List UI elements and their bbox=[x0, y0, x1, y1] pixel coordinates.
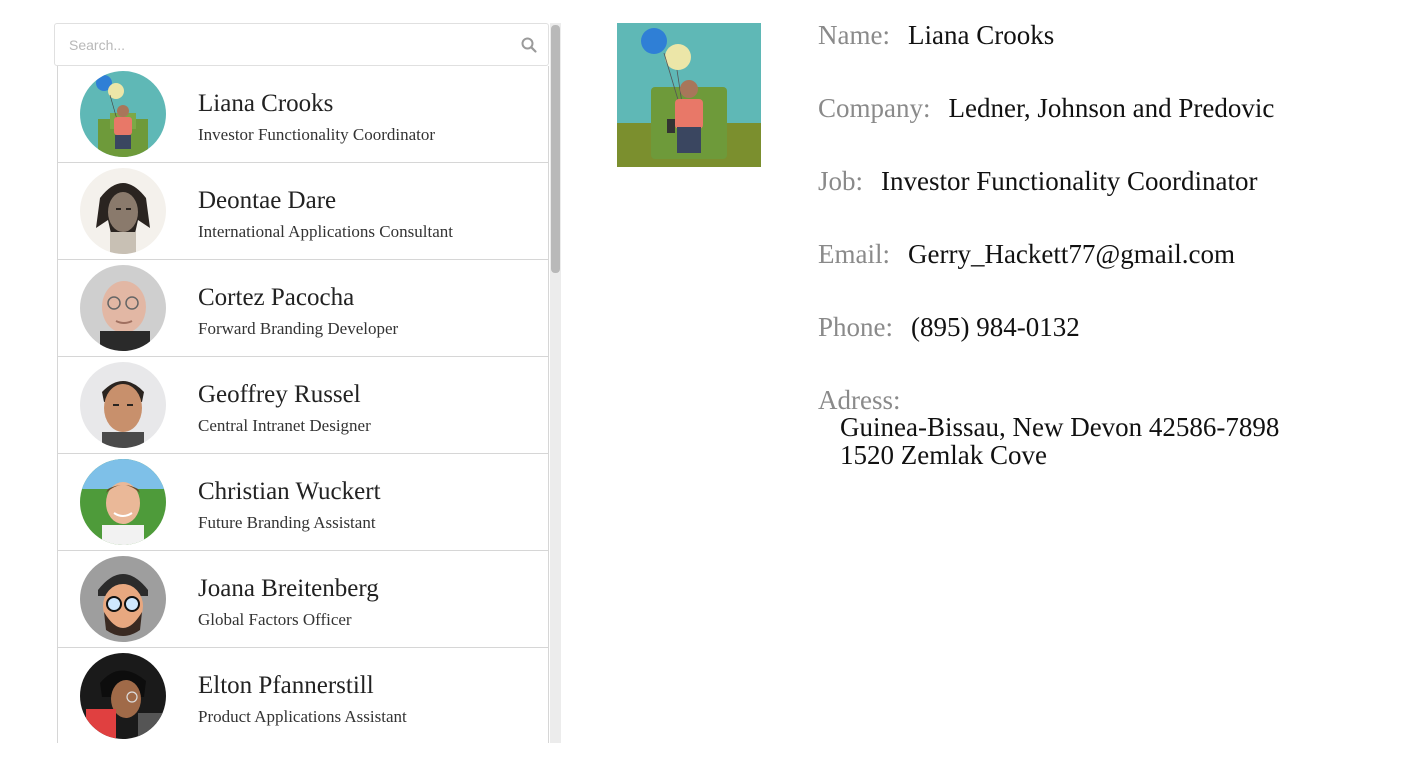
email-value: Gerry_Hackett77@gmail.com bbox=[907, 239, 1235, 269]
phone-value: (895) 984-0132 bbox=[911, 312, 1080, 342]
address-line-2: 1520 Zemlak Cove bbox=[840, 440, 1047, 470]
contact-title: Product Applications Assistant bbox=[198, 707, 407, 726]
detail-name-row: Name: Liana Crooks bbox=[818, 20, 1054, 51]
avatar bbox=[80, 362, 166, 448]
avatar bbox=[80, 653, 166, 739]
name-value: Liana Crooks bbox=[907, 20, 1055, 50]
contact-name: Joana Breitenberg bbox=[198, 575, 379, 602]
avatar bbox=[80, 556, 166, 642]
address-line-1: Guinea-Bissau, New Devon 42586-7898 bbox=[840, 412, 1280, 442]
contact-item-liana[interactable]: Liana Crooks Investor Functionality Coord… bbox=[58, 66, 548, 163]
contacts-app: Liana Crooks Investor Functionality Coord… bbox=[0, 0, 1406, 765]
company-label: Company: bbox=[818, 93, 931, 123]
contact-item-christian[interactable]: Christian Wuckert Future Branding Assista… bbox=[58, 454, 548, 551]
contact-list-panel: Liana Crooks Investor Functionality Coord… bbox=[54, 23, 562, 743]
contact-name: Deontae Dare bbox=[198, 187, 337, 214]
search-input[interactable] bbox=[69, 34, 509, 56]
detail-phone-row: Phone: (895) 984-0132 bbox=[818, 312, 1080, 343]
job-value: Investor Functionality Coordinator bbox=[881, 166, 1258, 196]
contact-item-joana[interactable]: Joana Breitenberg Global Factors Officer bbox=[58, 551, 548, 648]
contact-title: Future Branding Assistant bbox=[198, 513, 376, 532]
name-label: Name: bbox=[818, 20, 890, 50]
search-icon[interactable] bbox=[520, 36, 538, 54]
phone-label: Phone: bbox=[818, 312, 894, 342]
address-label: Adress: bbox=[818, 385, 901, 415]
email-label: Email: bbox=[818, 239, 890, 269]
detail-email-row: Email: Gerry_Hackett77@gmail.com bbox=[818, 239, 1235, 270]
detail-photo bbox=[617, 23, 761, 167]
contact-list: Liana Crooks Investor Functionality Coord… bbox=[57, 66, 549, 743]
company-value: Ledner, Johnson and Predovic bbox=[948, 93, 1275, 123]
contact-item-cortez[interactable]: Cortez Pacocha Forward Branding Developer bbox=[58, 260, 548, 357]
scrollbar-thumb[interactable] bbox=[551, 25, 560, 273]
detail-address-row: Adress: Guinea-Bissau, New Devon 42586-7… bbox=[818, 385, 1279, 469]
avatar bbox=[80, 265, 166, 351]
detail-company-row: Company: Ledner, Johnson and Predovic bbox=[818, 93, 1274, 124]
avatar bbox=[80, 71, 166, 157]
contact-item-elton[interactable]: Elton Pfannerstill Product Applications A… bbox=[58, 648, 548, 743]
avatar bbox=[80, 459, 166, 545]
contact-item-geoffrey[interactable]: Geoffrey Russel Central Intranet Designer bbox=[58, 357, 548, 454]
contact-title: Forward Branding Developer bbox=[198, 319, 399, 338]
contact-name: Liana Crooks bbox=[198, 90, 334, 117]
contact-title: Investor Functionality Coordinator bbox=[198, 125, 436, 144]
contact-title: Central Intranet Designer bbox=[198, 416, 371, 435]
contact-title: Global Factors Officer bbox=[198, 610, 352, 629]
contact-title: International Applications Consultant bbox=[198, 222, 453, 241]
search-box bbox=[54, 23, 549, 66]
contact-name: Geoffrey Russel bbox=[198, 381, 361, 408]
job-label: Job: bbox=[818, 166, 864, 196]
address-value: Guinea-Bissau, New Devon 42586-7898 1520… bbox=[840, 413, 1279, 469]
contact-name: Elton Pfannerstill bbox=[198, 672, 374, 699]
contact-name: Christian Wuckert bbox=[198, 478, 381, 505]
avatar bbox=[80, 168, 166, 254]
detail-job-row: Job: Investor Functionality Coordinator bbox=[818, 166, 1257, 197]
contact-item-deontae[interactable]: Deontae Dare International Applications C… bbox=[58, 163, 548, 260]
contact-name: Cortez Pacocha bbox=[198, 284, 355, 311]
scrollbar-track[interactable] bbox=[550, 23, 561, 743]
